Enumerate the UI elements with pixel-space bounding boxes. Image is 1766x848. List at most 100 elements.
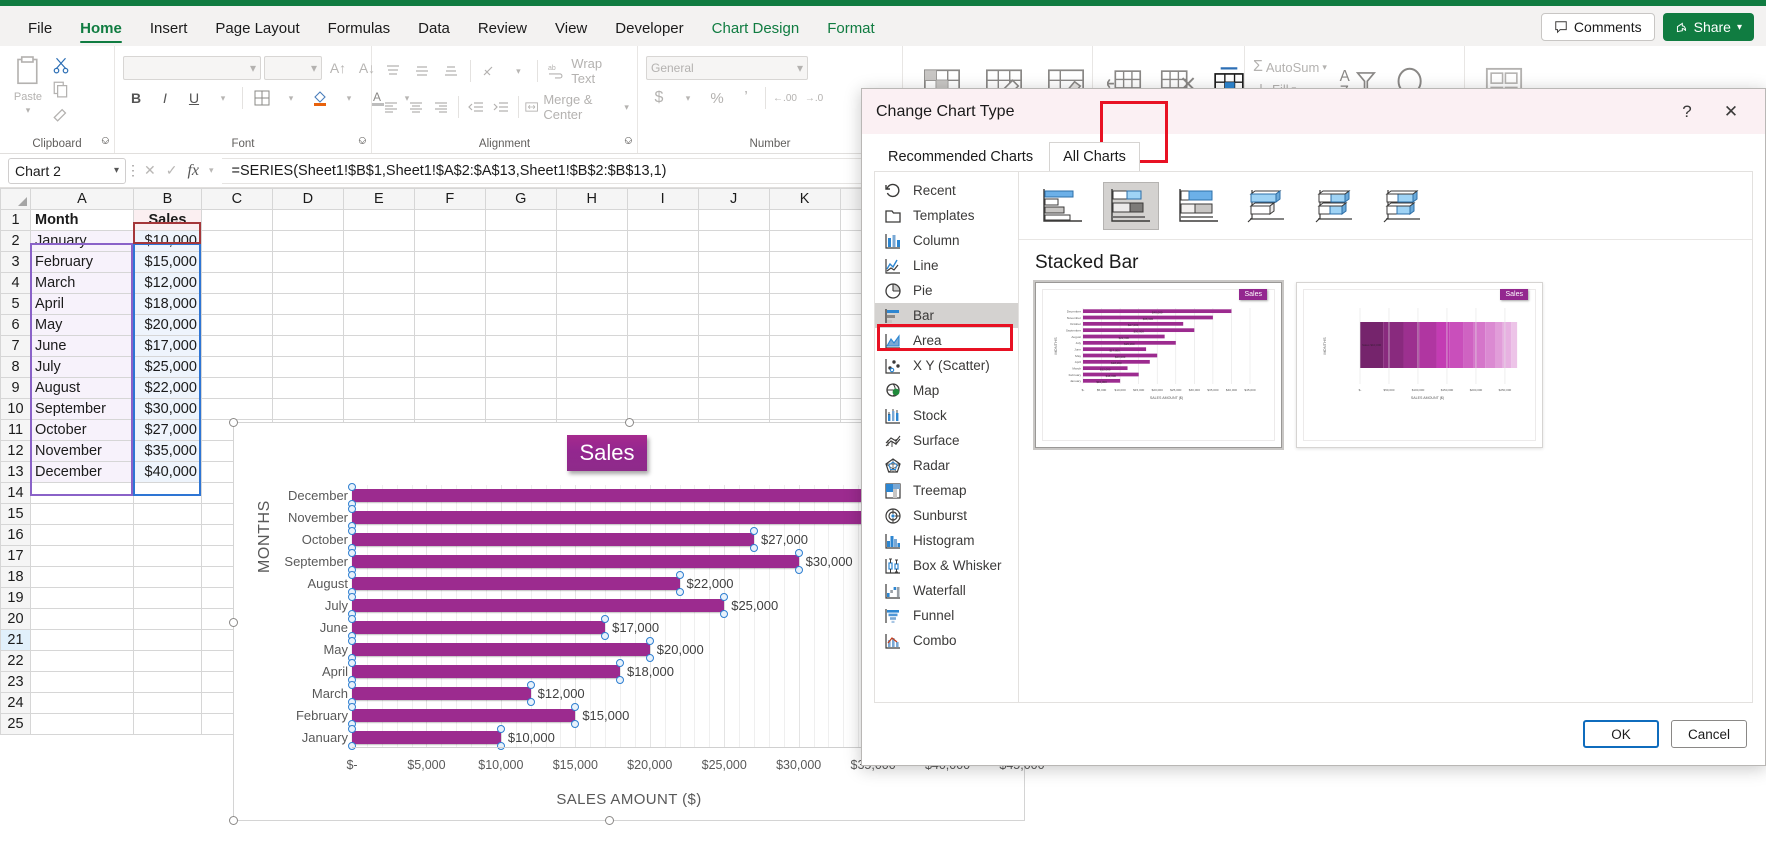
cell-E6[interactable] (342, 314, 415, 336)
cell-B20[interactable] (132, 608, 202, 630)
chart-point-handle[interactable] (348, 724, 356, 733)
gallery-item-3d-100-percent-stacked-bar[interactable] (1375, 182, 1431, 230)
cell-I6[interactable] (626, 314, 699, 336)
cell-J2[interactable] (697, 230, 770, 252)
name-box[interactable]: Chart 2 ▾ (8, 157, 126, 184)
cell-J6[interactable] (697, 314, 770, 336)
help-button[interactable]: ? (1673, 102, 1701, 122)
cell-D8[interactable] (271, 356, 344, 378)
cell-F4[interactable] (413, 272, 486, 294)
underline-button[interactable]: U (181, 86, 207, 110)
cancel-formula-icon[interactable]: ✕ (144, 162, 156, 179)
cell-B21[interactable] (132, 629, 202, 651)
cell-A15[interactable] (29, 503, 134, 525)
preview-stacked-bar-preview-1[interactable]: December $40,000 November $35,000 October $27… (1035, 282, 1282, 448)
cell-K5[interactable] (768, 293, 841, 315)
cell-B8[interactable]: $25,000 (132, 356, 202, 378)
chart-x-axis-title[interactable]: SALES AMOUNT ($) (234, 791, 1024, 808)
cell-D10[interactable] (271, 398, 344, 420)
cell-B7[interactable]: $17,000 (132, 335, 202, 357)
cell-H5[interactable] (555, 293, 628, 315)
cell-B13[interactable]: $40,000 (132, 461, 202, 483)
cell-B18[interactable] (132, 566, 202, 588)
column-header-F[interactable]: F (413, 188, 486, 210)
cell-I2[interactable] (626, 230, 699, 252)
column-header-G[interactable]: G (484, 188, 557, 210)
cell-A13[interactable]: December (29, 461, 134, 483)
cell-E4[interactable] (342, 272, 415, 294)
row-header-14[interactable]: 14 (0, 482, 31, 504)
share-button[interactable]: Share ▾ (1662, 13, 1754, 41)
cell-E10[interactable] (342, 398, 415, 420)
merge-center-button[interactable]: Merge & Center ▾ (525, 92, 629, 122)
cell-C7[interactable] (200, 335, 273, 357)
cell-K7[interactable] (768, 335, 841, 357)
sidebar-item-templates[interactable]: Templates (875, 203, 1018, 228)
cancel-button[interactable]: Cancel (1671, 720, 1747, 748)
chart-data-label[interactable]: $25,000 (731, 598, 778, 613)
dialog-tabs[interactable]: Recommended Charts All Charts (862, 134, 1765, 171)
chart-y-axis-title[interactable]: MONTHS (256, 500, 274, 573)
column-header-J[interactable]: J (697, 188, 770, 210)
row-header-23[interactable]: 23 (0, 671, 31, 693)
chevron-down-icon[interactable]: ▾ (26, 105, 31, 116)
sidebar-item-funnel[interactable]: Funnel (875, 603, 1018, 628)
sidebar-item-sunburst[interactable]: Sunburst (875, 503, 1018, 528)
format-painter-icon[interactable] (52, 104, 70, 122)
chart-bar-september[interactable] (348, 549, 803, 575)
cell-E1[interactable] (342, 209, 415, 231)
cell-D7[interactable] (271, 335, 344, 357)
sidebar-item-map[interactable]: Map (875, 378, 1018, 403)
chart-point-handle[interactable] (348, 636, 356, 645)
chart-resize-handle-bl[interactable] (229, 816, 238, 825)
chart-data-label[interactable]: $18,000 (627, 664, 674, 679)
alignment-dialog-launcher[interactable]: ⎉ (624, 135, 633, 152)
ribbon-tab-home[interactable]: Home (66, 20, 136, 46)
insert-function-icon[interactable]: fx (187, 162, 199, 180)
font-name-combo[interactable]: ▾ (123, 56, 261, 80)
chart-point-handle[interactable] (571, 702, 580, 711)
row-header-24[interactable]: 24 (0, 692, 31, 714)
row-header-13[interactable]: 13 (0, 461, 31, 483)
chart-point-handle[interactable] (645, 636, 654, 645)
cell-A23[interactable] (29, 671, 134, 693)
cell-F3[interactable] (413, 251, 486, 273)
sidebar-item-stock[interactable]: Stock (875, 403, 1018, 428)
chevron-down-icon[interactable]: ▾ (278, 86, 304, 110)
cell-B1[interactable]: Sales (132, 209, 202, 231)
cell-B4[interactable]: $12,000 (132, 272, 202, 294)
cell-J7[interactable] (697, 335, 770, 357)
cell-C4[interactable] (200, 272, 273, 294)
cell-C5[interactable] (200, 293, 273, 315)
comma-format-icon[interactable]: ’ (733, 86, 759, 110)
cell-B24[interactable] (132, 692, 202, 714)
font-size-combo[interactable]: ▾ (264, 56, 322, 80)
cell-C9[interactable] (200, 377, 273, 399)
cell-H6[interactable] (555, 314, 628, 336)
cell-J10[interactable] (697, 398, 770, 420)
sidebar-item-histogram[interactable]: Histogram (875, 528, 1018, 553)
cell-K9[interactable] (768, 377, 841, 399)
cell-B11[interactable]: $27,000 (132, 419, 202, 441)
cell-K3[interactable] (768, 251, 841, 273)
cell-B6[interactable]: $20,000 (132, 314, 202, 336)
cell-H7[interactable] (555, 335, 628, 357)
wrap-text-button[interactable]: ab Wrap Text (544, 56, 629, 86)
sidebar-item-line[interactable]: Line (875, 253, 1018, 278)
cell-A19[interactable] (29, 587, 134, 609)
cell-E2[interactable] (342, 230, 415, 252)
cell-F10[interactable] (413, 398, 486, 420)
cell-H2[interactable] (555, 230, 628, 252)
cell-A22[interactable] (29, 650, 134, 672)
cell-D1[interactable] (271, 209, 344, 231)
chart-data-label[interactable]: $22,000 (687, 576, 734, 591)
change-chart-type-dialog[interactable]: Change Chart Type ? ✕ Recommended Charts… (861, 88, 1766, 766)
borders-icon[interactable] (249, 86, 275, 110)
cell-H1[interactable] (555, 209, 628, 231)
ribbon-tab-developer[interactable]: Developer (601, 20, 697, 46)
sidebar-item-treemap[interactable]: Treemap (875, 478, 1018, 503)
chart-data-label[interactable]: $20,000 (657, 642, 704, 657)
cell-F9[interactable] (413, 377, 486, 399)
cell-E9[interactable] (342, 377, 415, 399)
cell-A11[interactable]: October (29, 419, 134, 441)
